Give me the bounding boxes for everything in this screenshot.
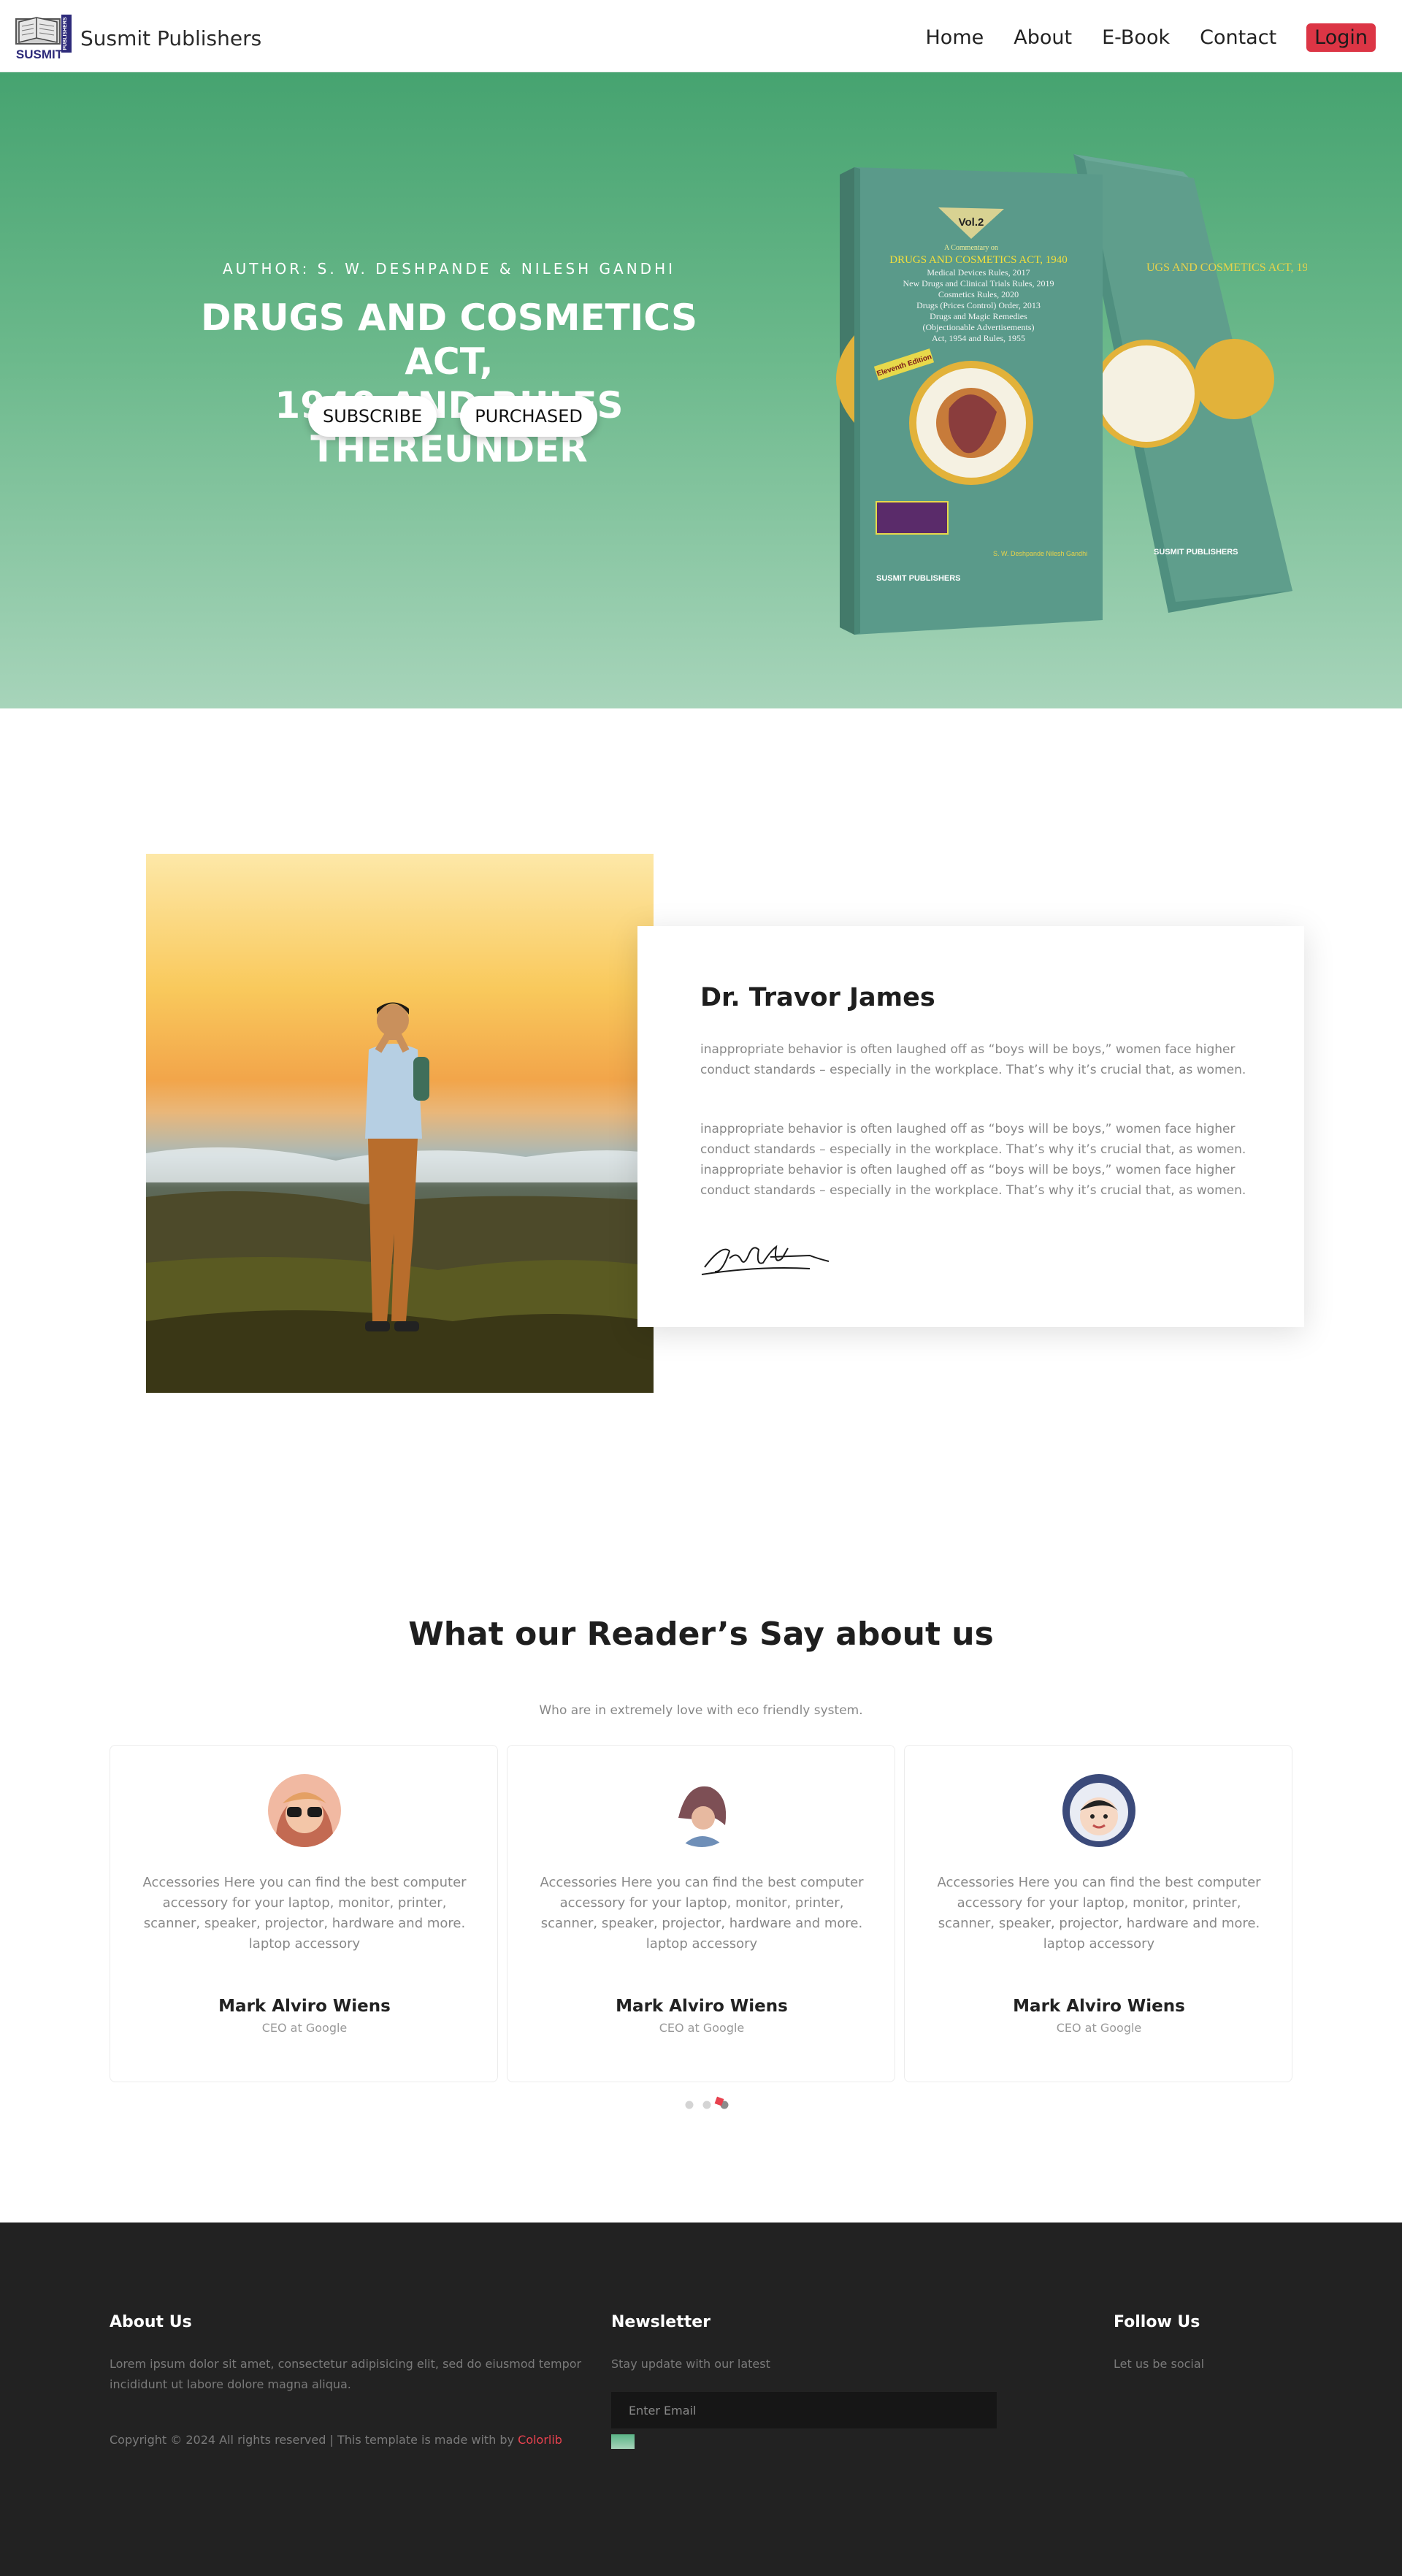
testimonial-card: Accessories Here you can find the best c… <box>507 1745 895 2082</box>
copyright-text: Copyright © 2024 All rights reserved | T… <box>110 2433 518 2447</box>
footer-follow-text: Let us be social <box>1114 2357 1205 2371</box>
back-book-title: UGS AND COSMETICS ACT, 1940 <box>1146 261 1307 274</box>
footer-newsletter-text: Stay update with our latest <box>611 2357 770 2371</box>
footer-copyright: Copyright © 2024 All rights reserved | T… <box>110 2433 562 2447</box>
logo-text: SUSMIT <box>16 47 64 61</box>
nav-about-link[interactable]: About <box>1014 26 1072 49</box>
newsletter-email-input[interactable] <box>611 2392 997 2428</box>
footer-newsletter-title: Newsletter <box>611 2313 711 2331</box>
testimonial-name: Mark Alviro Wiens <box>616 1997 788 2016</box>
testimonial-card: Accessories Here you can find the best c… <box>904 1745 1292 2082</box>
purchased-button[interactable]: PURCHASED <box>460 396 597 437</box>
top-navbar: PUBLISHERS SUSMIT Susmit Publishers Home… <box>0 0 1402 72</box>
book-title: DRUGS AND COSMETICS ACT, 1940 <box>889 254 1068 266</box>
testimonial-text: Accessories Here you can find the best c… <box>142 1875 467 1952</box>
about-photo <box>146 854 654 1393</box>
book-line-5: Drugs and Magic Remedies <box>930 311 1027 321</box>
nav-home-link[interactable]: Home <box>926 26 984 49</box>
hero-banner: AUTHOR: S. W. DESHPANDE & NILESH GANDHI … <box>0 72 1402 708</box>
reader-avatar <box>268 1774 341 1847</box>
reader-avatar <box>1062 1774 1135 1847</box>
book-line-7: Act, 1954 and Rules, 1955 <box>932 333 1025 343</box>
about-name: Dr. Travor James <box>700 983 935 1012</box>
hero-title-line1: DRUGS AND COSMETICS ACT, <box>201 297 697 383</box>
footer-about-title: About Us <box>110 2313 192 2331</box>
logo-vertical-text: PUBLISHERS <box>63 17 68 50</box>
about-paragraph-2: inappropriate behavior is often laughed … <box>700 1122 1246 1198</box>
nav-ebook-link[interactable]: E-Book <box>1102 26 1170 49</box>
book-authors: S. W. Deshpande Nilesh Gandhi <box>993 550 1087 557</box>
hero-buttons: SUBSCRIBE PURCHASED <box>308 396 621 437</box>
brand-name[interactable]: Susmit Publishers <box>80 26 261 50</box>
footer: About Us Lorem ipsum dolor sit amet, con… <box>0 2223 1402 2576</box>
colorlib-link[interactable]: Colorlib <box>518 2433 562 2447</box>
footer-about-text: Lorem ipsum dolor sit amet, consectetur … <box>110 2357 582 2391</box>
carousel-dot-1[interactable] <box>685 2101 694 2109</box>
testimonials-subtitle: Who are in extremely love with eco frien… <box>539 1703 863 1718</box>
book-vol: Vol.2 <box>959 216 984 229</box>
signature-image <box>701 1245 830 1275</box>
testimonial-text: Accessories Here you can find the best c… <box>937 1875 1261 1952</box>
book-line-4: Drugs (Prices Control) Order, 2013 <box>916 300 1041 310</box>
book-publisher: SUSMIT PUBLISHERS <box>876 574 961 583</box>
carousel-dot-2[interactable] <box>702 2101 711 2109</box>
nav-contact-link[interactable]: Contact <box>1200 26 1276 49</box>
book-subtitle: A Commentary on <box>944 244 998 252</box>
subscribe-button[interactable]: SUBSCRIBE <box>308 396 437 437</box>
testimonials-title: What our Reader’s Say about us <box>408 1616 994 1653</box>
book-line-6: (Objectionable Advertisements) <box>923 322 1035 332</box>
book-cover-image: UGS AND COSMETICS ACT, 1940 SUSMIT PUBLI… <box>836 154 1307 635</box>
testimonial-name: Mark Alviro Wiens <box>1013 1997 1185 2016</box>
back-book: UGS AND COSMETICS ACT, 1940 SUSMIT PUBLI… <box>1073 154 1307 613</box>
testimonial-text: Accessories Here you can find the best c… <box>540 1875 864 1952</box>
newsletter-subscribe-button[interactable] <box>611 2434 635 2449</box>
login-button[interactable]: Login <box>1306 23 1376 52</box>
front-book: Vol.2 A Commentary on DRUGS AND COSMETIC… <box>836 167 1103 635</box>
reader-avatar <box>665 1774 738 1847</box>
back-book-publisher: SUSMIT PUBLISHERS <box>1154 548 1238 557</box>
testimonial-name: Mark Alviro Wiens <box>218 1997 391 2016</box>
about-card: Dr. Travor James inappropriate behavior … <box>637 926 1304 1327</box>
man-on-beach-image <box>146 854 654 1393</box>
footer-follow-title: Follow Us <box>1114 2313 1200 2331</box>
testimonial-role: CEO at Google <box>261 2021 348 2035</box>
testimonial-role: CEO at Google <box>1056 2021 1142 2035</box>
testimonial-role: CEO at Google <box>659 2021 745 2035</box>
hero-title: DRUGS AND COSMETICS ACT, 1940 AND RULES … <box>153 296 745 471</box>
book-line-1: Medical Devices Rules, 2017 <box>927 267 1030 278</box>
book-line-2: New Drugs and Clinical Trials Rules, 201… <box>903 278 1054 288</box>
about-paragraph-1: inappropriate behavior is often laughed … <box>700 1042 1246 1077</box>
carousel-dots <box>685 2096 729 2109</box>
book-line-3: Cosmetics Rules, 2020 <box>938 289 1019 299</box>
main-menu: Home About E-Book Contact Login <box>896 23 1376 52</box>
testimonial-card: Accessories Here you can find the best c… <box>110 1745 498 2082</box>
susmit-logo[interactable]: PUBLISHERS SUSMIT <box>15 13 74 63</box>
hero-author: AUTHOR: S. W. DESHPANDE & NILESH GANDHI <box>222 260 676 278</box>
